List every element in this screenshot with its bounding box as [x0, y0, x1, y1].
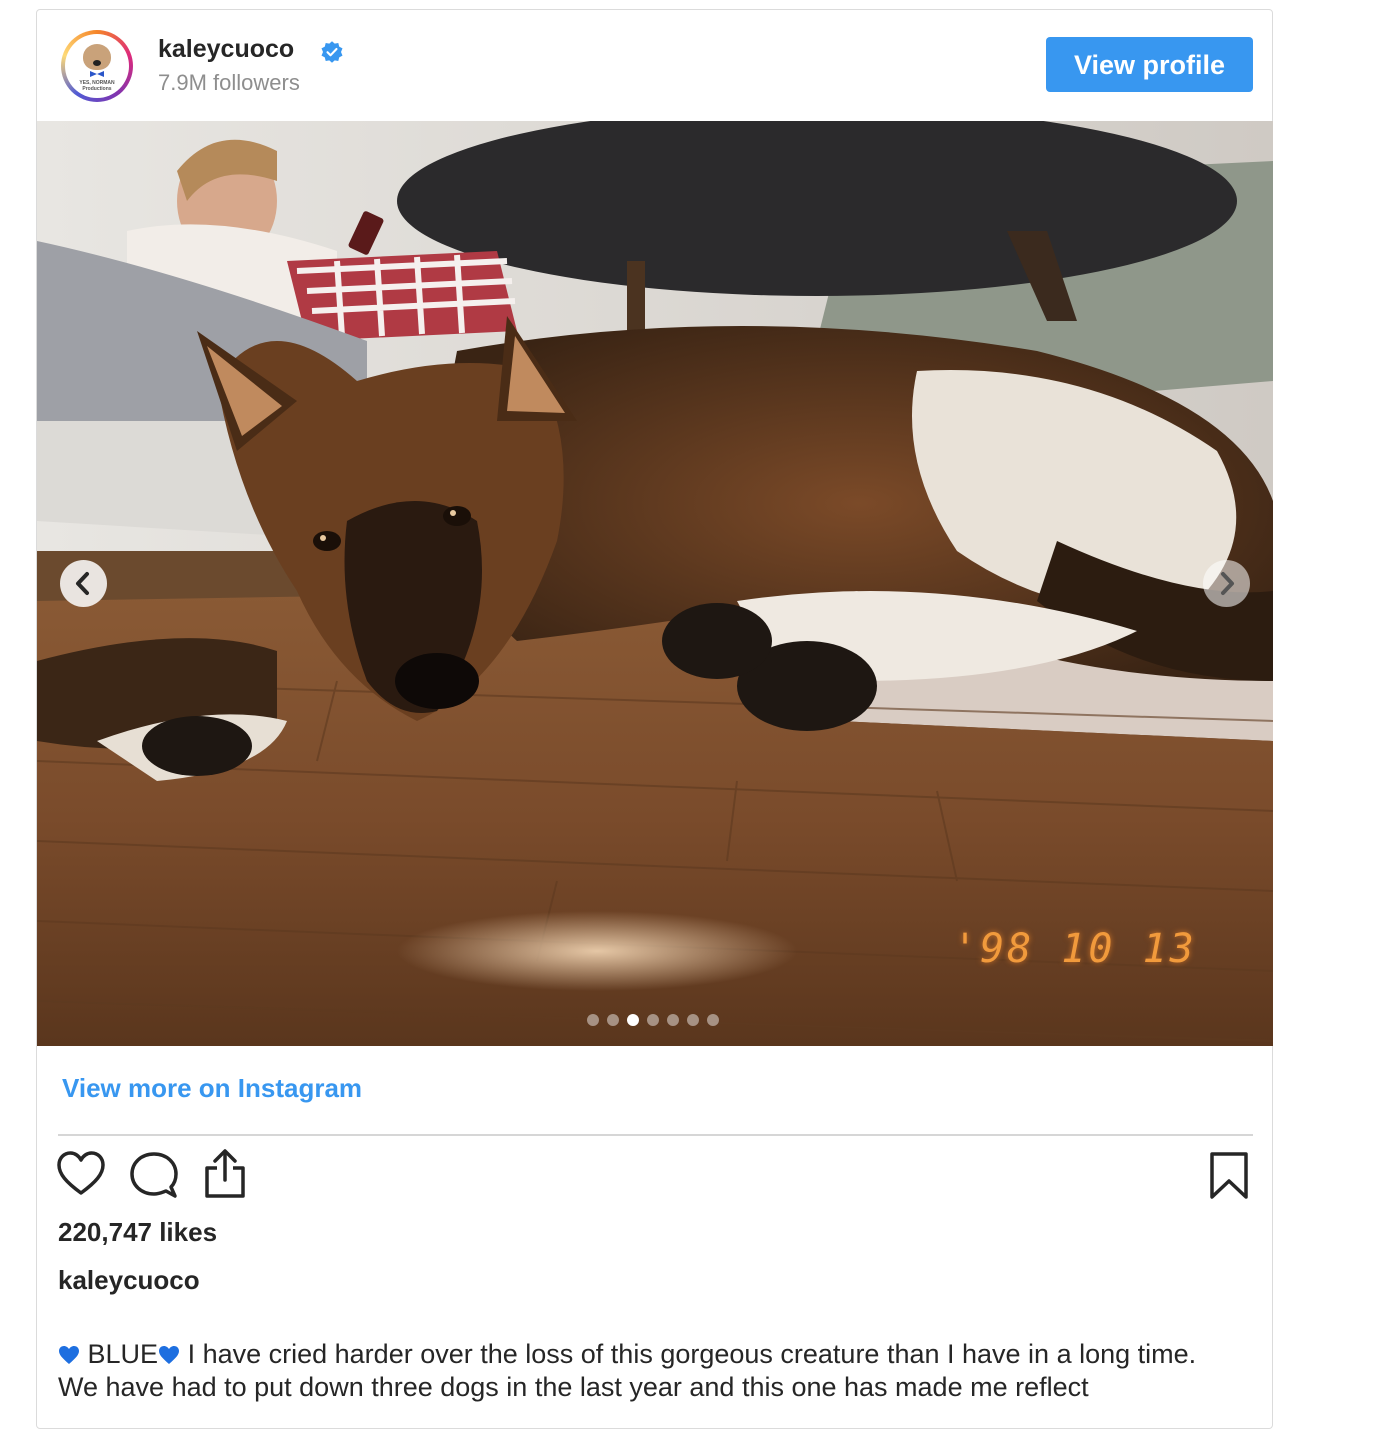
comment-icon[interactable] — [129, 1151, 179, 1199]
verified-badge-icon — [321, 41, 343, 63]
avatar[interactable]: YES, NORMAN Productions — [65, 34, 129, 98]
carousel-dot — [707, 1014, 719, 1026]
carousel-dot — [607, 1014, 619, 1026]
username[interactable]: kaleycuoco — [158, 35, 294, 64]
avatar-story-ring[interactable]: YES, NORMAN Productions — [61, 30, 133, 102]
avatar-logo-text: YES, NORMAN Productions — [79, 80, 115, 92]
blue-heart-emoji-icon — [59, 1346, 79, 1364]
photo-datestamp: '98 10 13 — [953, 926, 1197, 972]
view-profile-button[interactable]: View profile — [1046, 37, 1253, 92]
share-icon[interactable] — [201, 1148, 249, 1200]
carousel-dot — [667, 1014, 679, 1026]
carousel-next-button[interactable] — [1203, 560, 1250, 607]
carousel-dot — [627, 1014, 639, 1026]
post-photo[interactable]: '98 10 13 — [37, 121, 1273, 1046]
chevron-left-icon — [76, 572, 89, 595]
chevron-right-icon — [1221, 572, 1234, 595]
caption-username[interactable]: kaleycuoco — [58, 1265, 200, 1296]
followers-count: 7.9M followers — [158, 70, 300, 95]
carousel-indicator — [587, 1014, 719, 1028]
carousel-prev-button[interactable] — [60, 560, 107, 607]
blue-heart-emoji-icon — [159, 1346, 180, 1364]
instagram-embed-card: YES, NORMAN Productions kaleycuoco 7.9M … — [36, 9, 1273, 1429]
post-header: YES, NORMAN Productions kaleycuoco 7.9M … — [37, 10, 1272, 120]
divider — [58, 1134, 1253, 1136]
caption-text-line-1: I have cried harder over the loss of thi… — [187, 1339, 1131, 1369]
caption-title: BLUE — [87, 1339, 159, 1369]
likes-count[interactable]: 220,747 likes — [58, 1217, 217, 1248]
view-more-on-instagram-link[interactable]: View more on Instagram — [62, 1073, 362, 1104]
carousel-dot — [647, 1014, 659, 1026]
dog-logo-icon — [83, 44, 111, 70]
post-caption: BLUE I have cried harder over the loss o… — [58, 1338, 1238, 1404]
dog-photo-image — [37, 121, 1273, 1046]
bookmark-icon[interactable] — [1209, 1151, 1249, 1201]
carousel-dot — [587, 1014, 599, 1026]
carousel-dot — [687, 1014, 699, 1026]
bowtie-icon — [90, 71, 104, 77]
heart-icon[interactable] — [56, 1150, 106, 1198]
